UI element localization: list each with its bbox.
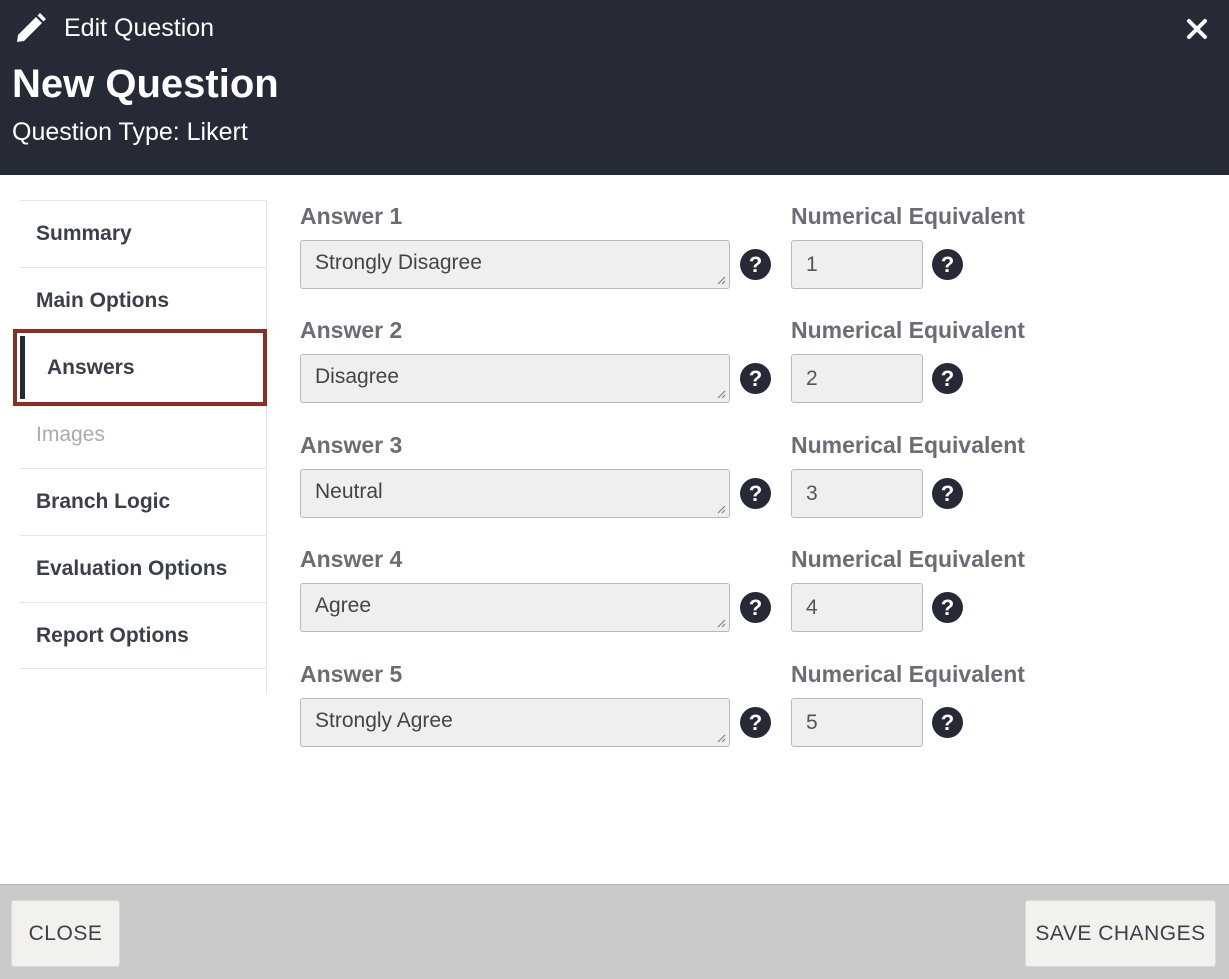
answer-text-field[interactable]: Disagree [300, 354, 730, 403]
answer-text-field[interactable]: Neutral [300, 469, 730, 518]
help-icon[interactable]: ? [740, 363, 771, 394]
resize-grip-icon[interactable] [716, 618, 726, 628]
help-icon[interactable]: ? [740, 592, 771, 623]
answer-label: Answer 2 [300, 317, 403, 343]
resize-grip-icon[interactable] [716, 733, 726, 743]
answer-row: Answer 3 Numerical Equivalent Neutral ? … [300, 429, 1200, 539]
answer-text-value: Disagree [315, 365, 400, 388]
resize-grip-icon[interactable] [716, 275, 726, 285]
close-icon[interactable] [1185, 14, 1209, 42]
answer-row: Answer 2 Numerical Equivalent Disagree ?… [300, 314, 1200, 424]
answer-text-field[interactable]: Strongly Disagree [300, 240, 730, 289]
sidebar-item-report-options[interactable]: Report Options [20, 602, 266, 669]
dialog-header: Edit Question New Question Question Type… [0, 0, 1229, 175]
sidebar-item-answers[interactable]: Answers [13, 329, 267, 406]
help-icon[interactable]: ? [932, 249, 963, 280]
help-icon[interactable]: ? [932, 592, 963, 623]
answer-label: Answer 3 [300, 432, 403, 458]
numerical-equivalent-field[interactable]: 3 [791, 469, 923, 518]
answer-label: Answer 1 [300, 203, 403, 229]
resize-grip-icon[interactable] [716, 504, 726, 514]
help-icon[interactable]: ? [740, 478, 771, 509]
numerical-equivalent-label: Numerical Equivalent [791, 317, 1025, 343]
help-icon[interactable]: ? [740, 249, 771, 280]
answer-text-value: Neutral [315, 480, 383, 503]
numerical-equivalent-label: Numerical Equivalent [791, 546, 1025, 572]
answer-text-value: Strongly Agree [315, 709, 453, 732]
answer-text-field[interactable]: Strongly Agree [300, 698, 730, 747]
numerical-equivalent-label: Numerical Equivalent [791, 203, 1025, 229]
numerical-equivalent-field[interactable]: 5 [791, 698, 923, 747]
answer-row: Answer 5 Numerical Equivalent Strongly A… [300, 658, 1200, 768]
sidebar-item-branch-logic[interactable]: Branch Logic [20, 468, 266, 535]
edit-title: Edit Question [64, 13, 215, 42]
answer-text-value: Strongly Disagree [315, 251, 482, 274]
answer-label: Answer 5 [300, 661, 403, 687]
numerical-equivalent-field[interactable]: 1 [791, 240, 923, 289]
close-button[interactable]: CLOSE [11, 900, 120, 967]
help-icon[interactable]: ? [740, 707, 771, 738]
numerical-equivalent-label: Numerical Equivalent [791, 661, 1025, 687]
sidebar-item-summary[interactable]: Summary [20, 200, 266, 267]
answer-text-value: Agree [315, 594, 372, 617]
question-title: New Question [12, 62, 279, 106]
help-icon[interactable]: ? [932, 478, 963, 509]
help-icon[interactable]: ? [932, 707, 963, 738]
numerical-equivalent-label: Numerical Equivalent [791, 432, 1025, 458]
save-changes-button[interactable]: SAVE CHANGES [1025, 900, 1216, 967]
sidebar-item-images: Images [20, 401, 266, 468]
numerical-equivalent-field[interactable]: 4 [791, 583, 923, 632]
numerical-equivalent-field[interactable]: 2 [791, 354, 923, 403]
pencil-icon [17, 13, 46, 42]
sidebar-item-main-options[interactable]: Main Options [20, 267, 266, 334]
answer-row: Answer 4 Numerical Equivalent Agree ? 4 … [300, 543, 1200, 653]
dialog-footer: CLOSE SAVE CHANGES [0, 884, 1229, 979]
answer-label: Answer 4 [300, 546, 403, 572]
edit-heading: Edit Question [14, 10, 214, 46]
answer-row: Answer 1 Numerical Equivalent Strongly D… [300, 200, 1200, 310]
help-icon[interactable]: ? [932, 363, 963, 394]
sidebar-nav: Summary Main Options Answers Images Bran… [13, 200, 267, 695]
sidebar-item-evaluation-options[interactable]: Evaluation Options [20, 535, 266, 602]
answer-text-field[interactable]: Agree [300, 583, 730, 632]
question-type: Question Type: Likert [12, 118, 248, 146]
resize-grip-icon[interactable] [716, 389, 726, 399]
answers-panel: Answer 1 Numerical Equivalent Strongly D… [300, 200, 1200, 760]
